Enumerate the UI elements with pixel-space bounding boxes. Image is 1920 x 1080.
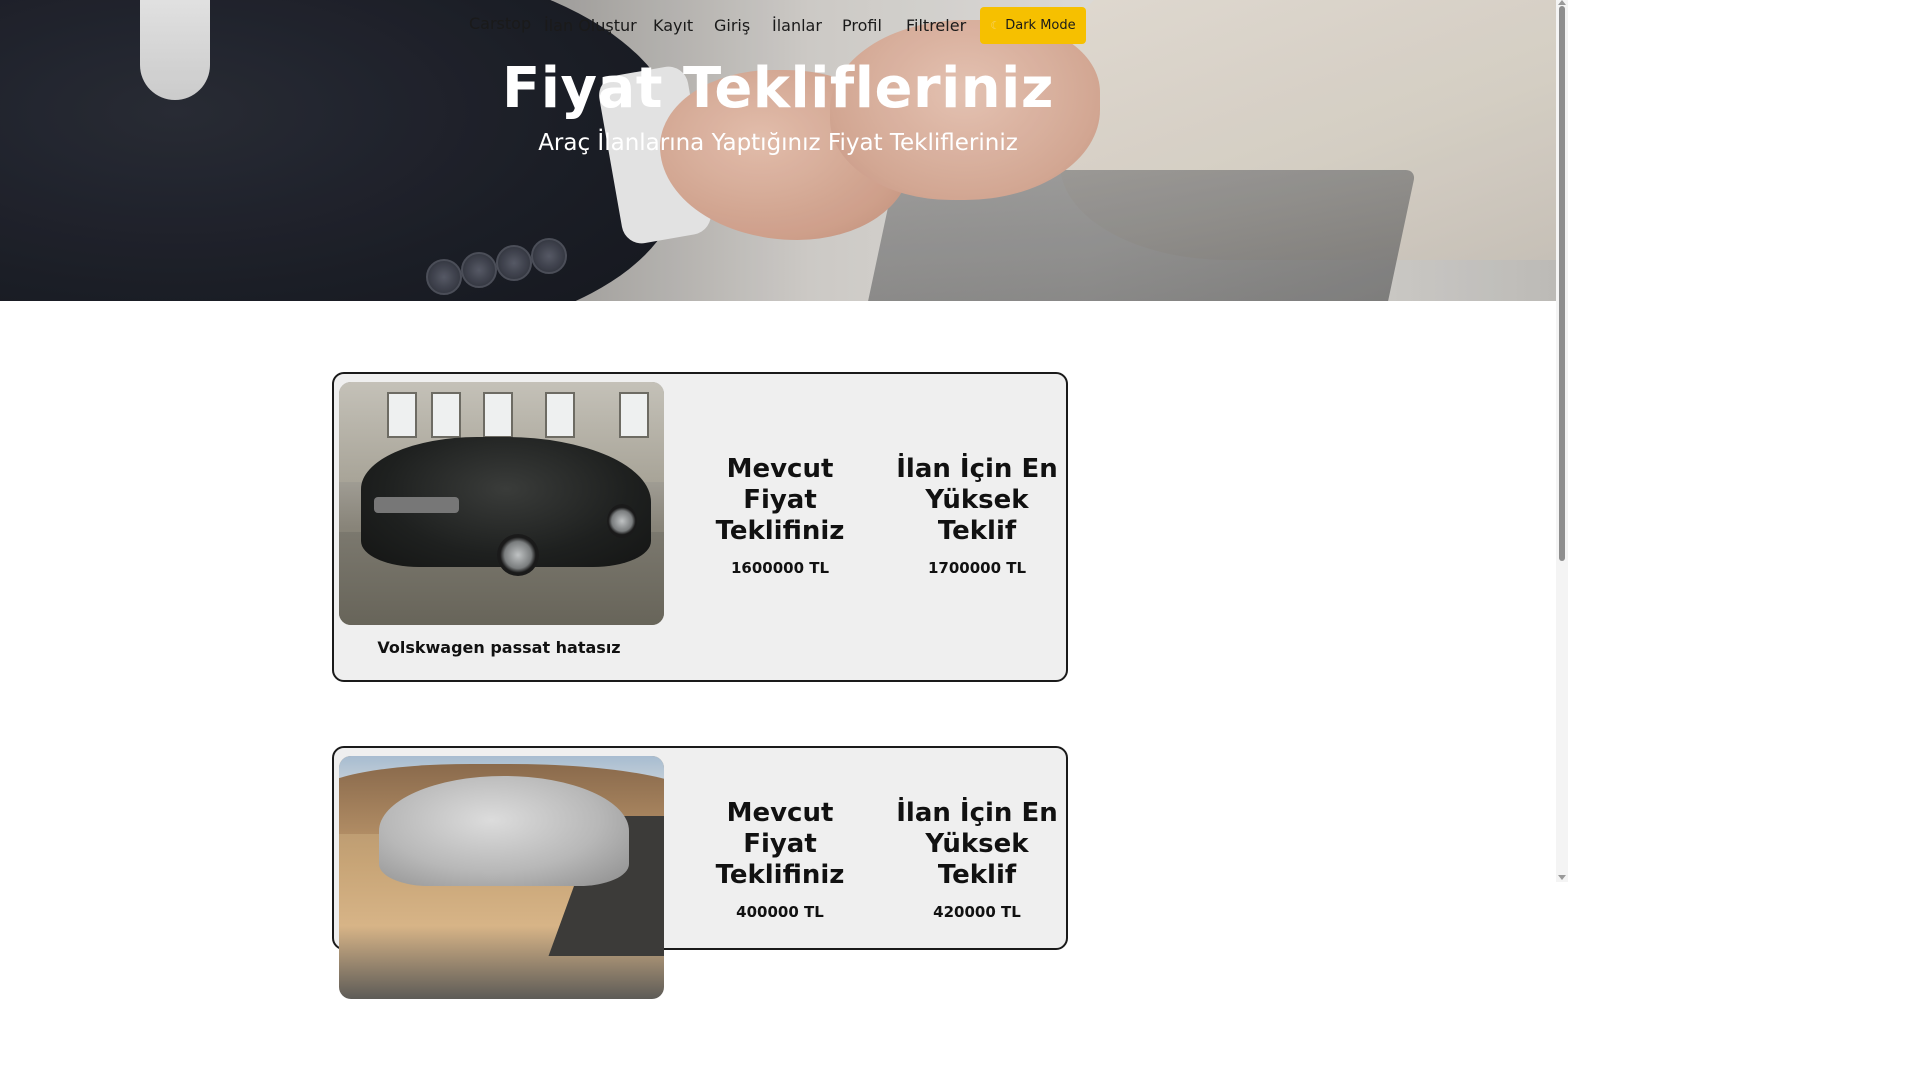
- current-offer-block: Mevcut Fiyat Teklifiniz 1600000 TL: [695, 454, 865, 577]
- offer-card[interactable]: Mevcut Fiyat Teklifiniz 400000 TL İlan İ…: [332, 746, 1068, 999]
- highest-offer-block: İlan İçin En Yüksek Teklif 420000 TL: [892, 798, 1062, 921]
- highest-offer-label: İlan İçin En Yüksek Teklif: [896, 454, 1058, 546]
- current-offer-amount: 1600000 TL: [730, 559, 830, 577]
- scrollbar-thumb[interactable]: [1559, 6, 1565, 561]
- nav-item-kayit[interactable]: Kayıt: [653, 16, 693, 35]
- highest-offer-label: İlan İçin En Yüksek Teklif: [896, 798, 1058, 890]
- nav-item-profil[interactable]: Profil: [842, 16, 882, 35]
- dark-mode-label: Dark Mode: [1005, 18, 1076, 33]
- page-scrollbar[interactable]: [1556, 0, 1568, 882]
- current-offer-label: Mevcut Fiyat Teklifiniz: [715, 454, 845, 546]
- current-offer-label: Mevcut Fiyat Teklifiniz: [715, 798, 845, 890]
- nav-item-ilan-olustur[interactable]: İlan Oluştur: [544, 16, 637, 35]
- current-offer-block: Mevcut Fiyat Teklifiniz 400000 TL: [695, 798, 865, 921]
- page-subtitle: Araç İlanlarına Yaptığınız Fiyat Teklifl…: [538, 130, 1018, 156]
- hero-banner: Carstop İlan Oluştur Kayıt Giriş İlanlar…: [0, 0, 1556, 301]
- car-title[interactable]: Volskwagen passat hatasız: [339, 638, 659, 657]
- highest-offer-amount: 420000 TL: [933, 903, 1021, 921]
- highest-offer-block: İlan İçin En Yüksek Teklif 1700000 TL: [892, 454, 1062, 577]
- highest-offer-amount: 1700000 TL: [927, 559, 1027, 577]
- moon-icon: ☾: [990, 19, 1001, 32]
- car-image[interactable]: [339, 382, 664, 625]
- car-image[interactable]: [339, 756, 664, 999]
- page-title: Fiyat Teklifleriniz: [502, 56, 1054, 121]
- scroll-down-arrow-icon[interactable]: [1558, 875, 1566, 880]
- top-navbar: Carstop İlan Oluştur Kayıt Giriş İlanlar…: [0, 0, 1556, 50]
- offer-card[interactable]: Volskwagen passat hatasız Mevcut Fiyat T…: [332, 372, 1068, 682]
- dark-mode-button[interactable]: ☾ Dark Mode: [980, 7, 1086, 44]
- nav-brand[interactable]: Carstop: [469, 14, 531, 33]
- scroll-up-arrow-icon[interactable]: [1558, 0, 1566, 5]
- nav-item-ilanlar[interactable]: İlanlar: [772, 16, 822, 35]
- nav-item-filtreler[interactable]: Filtreler: [906, 16, 966, 35]
- current-offer-amount: 400000 TL: [736, 903, 824, 921]
- nav-item-giris[interactable]: Giriş: [714, 16, 750, 35]
